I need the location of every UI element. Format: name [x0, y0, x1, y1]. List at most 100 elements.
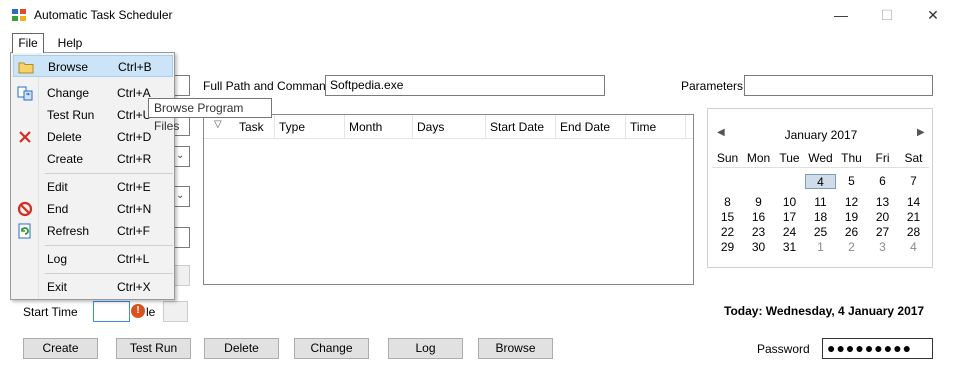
close-button[interactable]: ✕ [910, 0, 956, 30]
calendar-day[interactable]: 21 [898, 210, 929, 225]
calendar-day[interactable]: 22 [712, 225, 743, 240]
calendar-day[interactable]: 5 [836, 174, 867, 189]
task-list[interactable]: ▽ Task Type Month Days Start Date End Da… [203, 114, 694, 285]
delete-x-icon [19, 131, 31, 143]
month-calendar[interactable]: ◀ ▶ January 2017 Sun Mon Tue Wed Thu Fri… [707, 108, 933, 268]
menu-item-label: Log [47, 252, 68, 266]
parameters-input[interactable] [744, 75, 933, 96]
column-type[interactable]: Type [275, 115, 345, 139]
sort-arrow-icon: ▽ [214, 119, 222, 130]
calendar-day[interactable]: 23 [743, 225, 774, 240]
partial-label: le [146, 305, 156, 319]
menu-item-label: Delete [47, 130, 82, 144]
menu-item-log[interactable]: Log Ctrl+L [13, 248, 173, 270]
calendar-day[interactable]: 4 [898, 240, 929, 255]
error-icon: ! [131, 304, 145, 318]
menu-item-label: Change [47, 86, 90, 100]
calendar-grid: 4 5 6 7 8 9 10 11 12 13 14 15 16 17 18 19 20 21 22 23 24 25 26… [712, 174, 929, 260]
calendar-day[interactable]: 18 [805, 210, 836, 225]
calendar-day[interactable]: 20 [867, 210, 898, 225]
menu-item-end[interactable]: End Ctrl+N [13, 198, 173, 220]
calendar-day[interactable]: 29 [712, 240, 743, 255]
menu-item-shortcut: Ctrl+N [117, 202, 152, 216]
menu-item-refresh[interactable]: Refresh Ctrl+F [13, 220, 173, 242]
dow-fri: Fri [875, 151, 890, 165]
menu-item-exit[interactable]: Exit Ctrl+X [13, 276, 173, 298]
create-button[interactable]: Create [23, 338, 98, 359]
calendar-month-title[interactable]: January 2017 [708, 128, 934, 142]
calendar-day[interactable]: 17 [774, 210, 805, 225]
calendar-day[interactable]: 8 [712, 195, 743, 210]
menu-help[interactable]: Help [52, 33, 88, 53]
menu-item-edit[interactable]: Edit Ctrl+E [13, 176, 173, 198]
menu-item-label: Test Run [47, 108, 95, 122]
menu-item-shortcut: Ctrl+L [117, 252, 150, 266]
column-task[interactable]: Task [235, 115, 275, 139]
small-field [163, 301, 188, 322]
test-run-button[interactable]: Test Run [116, 338, 191, 359]
dow-tue: Tue [779, 151, 800, 165]
calendar-day[interactable]: 10 [774, 195, 805, 210]
calendar-day[interactable]: 14 [898, 195, 929, 210]
calendar-day[interactable]: 30 [743, 240, 774, 255]
minimize-button[interactable]: — [818, 0, 864, 30]
calendar-day[interactable]: 2 [836, 240, 867, 255]
calendar-day[interactable]: 4 [805, 174, 836, 189]
menu-item-create[interactable]: Create Ctrl+R [13, 148, 173, 170]
calendar-day[interactable]: 15 [712, 210, 743, 225]
browse-button[interactable]: Browse [478, 338, 553, 359]
column-end-date[interactable]: End Date [556, 115, 626, 139]
menu-item-shortcut: Ctrl+B [118, 60, 152, 74]
calendar-day[interactable]: 16 [743, 210, 774, 225]
menu-separator [45, 245, 173, 246]
calendar-day[interactable]: 3 [867, 240, 898, 255]
chevron-down-icon: ⌄ [176, 150, 185, 161]
calendar-day[interactable]: 11 [805, 195, 836, 210]
calendar-day[interactable]: 19 [836, 210, 867, 225]
calendar-day[interactable]: 24 [774, 225, 805, 240]
menu-item-label: End [47, 202, 69, 216]
menu-item-browse[interactable]: Browse Ctrl+B [13, 55, 173, 77]
task-list-header: ▽ Task Type Month Days Start Date End Da… [204, 115, 693, 139]
dow-sun: Sun [716, 151, 739, 165]
column-time[interactable]: Time [626, 115, 686, 139]
calendar-day[interactable]: 1 [805, 240, 836, 255]
dow-sat: Sat [904, 151, 923, 165]
start-time-input[interactable] [93, 301, 130, 322]
calendar-day[interactable]: 9 [743, 195, 774, 210]
calendar-day[interactable]: 12 [836, 195, 867, 210]
stop-icon [17, 201, 33, 217]
menu-item-label: Create [47, 152, 84, 166]
column-days[interactable]: Days [413, 115, 486, 139]
calendar-day[interactable]: 25 [805, 225, 836, 240]
change-button[interactable]: Change [294, 338, 369, 359]
maximize-button[interactable]: ☐ [864, 0, 910, 30]
column-month[interactable]: Month [345, 115, 413, 139]
dow-wed: Wed [808, 151, 833, 165]
menu-item-shortcut: Ctrl+A [117, 86, 151, 100]
file-menu-dropdown: Browse Ctrl+B Change Ctrl+A Test Run Ctr… [10, 52, 175, 300]
today-label: Today: Wednesday, 4 January 2017 [724, 304, 925, 318]
menu-separator [45, 273, 173, 274]
delete-button[interactable]: Delete [204, 338, 279, 359]
menu-item-delete[interactable]: Delete Ctrl+D [13, 126, 173, 148]
calendar-day[interactable]: 7 [898, 174, 929, 189]
menu-item-shortcut: Ctrl+F [117, 224, 150, 238]
folder-icon [18, 62, 34, 74]
log-button[interactable]: Log [388, 338, 463, 359]
app-icon [12, 9, 26, 21]
menu-item-label: Exit [47, 280, 68, 294]
full-path-input[interactable]: Softpedia.exe [325, 75, 605, 96]
calendar-day[interactable]: 31 [774, 240, 805, 255]
menu-file[interactable]: File [12, 33, 44, 53]
calendar-day[interactable]: 26 [836, 225, 867, 240]
calendar-day[interactable]: 13 [867, 195, 898, 210]
calendar-divider [712, 167, 929, 168]
window-title: Automatic Task Scheduler [34, 8, 173, 22]
password-input[interactable]: ●●●●●●●●● [822, 338, 933, 359]
calendar-day[interactable]: 6 [867, 174, 898, 189]
calendar-day[interactable]: 27 [867, 225, 898, 240]
calendar-day[interactable]: 28 [898, 225, 929, 240]
column-start-date[interactable]: Start Date [486, 115, 556, 139]
parameters-label: Parameters [681, 79, 744, 93]
